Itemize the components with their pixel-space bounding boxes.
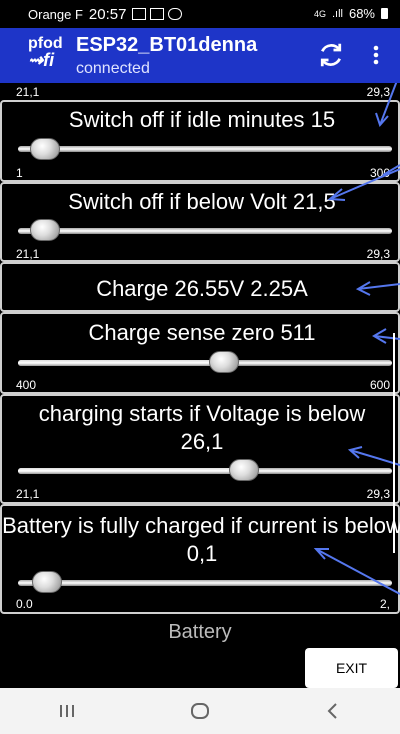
home-icon[interactable] <box>180 696 220 726</box>
refresh-icon[interactable] <box>316 40 346 70</box>
calendar-icon <box>150 8 165 20</box>
pfod-logo: pfod ⇝fi <box>28 36 72 76</box>
notification-icons <box>132 8 183 20</box>
battery-percent: 68% <box>348 6 375 21</box>
signal-bars-icon: .ıll <box>331 7 343 20</box>
status-bar: Orange F 20:57 4G .ıll 68% <box>0 0 400 28</box>
sync-icon <box>168 8 183 20</box>
control-list: 21,1 29,3 Switch off if idle minutes 15 … <box>0 83 400 688</box>
more-vert-icon[interactable] <box>364 40 388 70</box>
app-title: ESP32_BT01denna <box>76 34 258 56</box>
exit-button[interactable]: EXIT <box>305 648 398 688</box>
gallery-icon <box>132 8 147 20</box>
logo-line2: fi <box>43 50 55 70</box>
back-icon[interactable] <box>313 696 353 726</box>
battery-tab[interactable]: Battery <box>0 621 400 644</box>
carrier-name: Orange F <box>28 6 83 22</box>
annotation-arrows <box>313 83 400 595</box>
clock: 20:57 <box>88 5 127 23</box>
signal-indicator: 4G <box>313 8 326 19</box>
connection-status: connected <box>76 60 150 77</box>
wifi-arrow-icon: ⇝ <box>28 50 44 70</box>
app-bar: pfod ⇝fi ESP32_BT01denna connected <box>0 28 400 83</box>
recents-icon[interactable] <box>47 696 87 726</box>
status-right: 4G .ıll 68% <box>314 6 388 21</box>
battery-icon <box>381 8 388 19</box>
android-nav-bar <box>0 688 400 734</box>
